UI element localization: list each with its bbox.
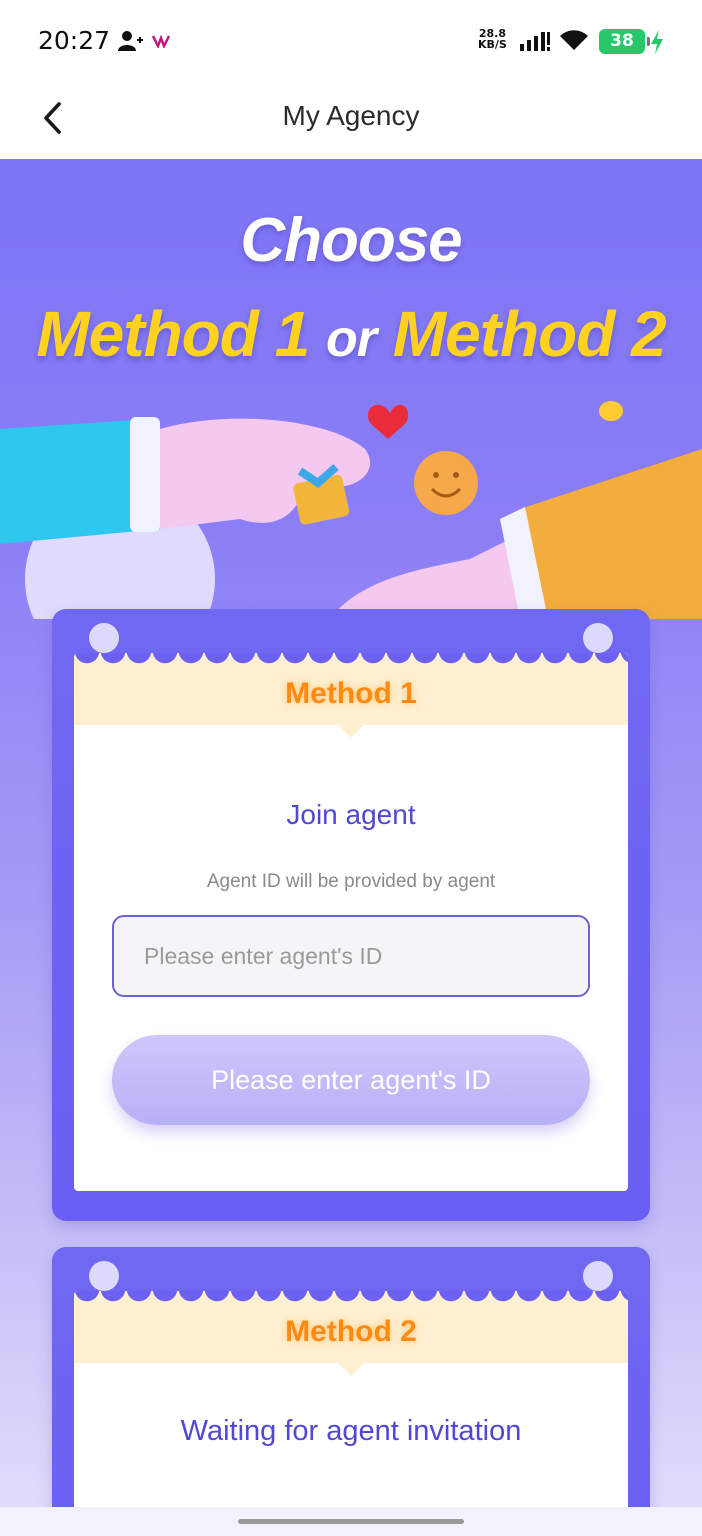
agency-content[interactable]: Choose Method 1 or Method 2 Method 1 Joi… [0,159,702,1507]
join-agent-button[interactable]: Please enter agent's ID [112,1035,590,1125]
join-agent-heading: Join agent [286,799,416,830]
page-title: My Agency [282,100,420,131]
method1-label: Method 1 [285,677,417,710]
agent-id-hint: Agent ID will be provided by agent [206,871,496,892]
battery-indicator: 38 [599,29,650,54]
card-pin [583,1261,613,1291]
hero-method2: Method 2 [392,298,667,370]
contact-add-icon [118,30,144,56]
header-notch [338,1363,364,1376]
card-pin [89,1261,119,1291]
wifi-icon [558,28,590,56]
hands-gift-illustration [0,401,702,619]
hero-or: or [326,310,377,368]
home-indicator[interactable] [238,1519,464,1524]
method2-card: Method 2 Waiting for agent invitation [52,1247,650,1507]
method1-card-body: Method 1 Join agent Agent ID will be pro… [74,653,628,1191]
status-time: 20:27 [38,26,111,55]
card-pin [89,623,119,653]
method1-card: Method 1 Join agent Agent ID will be pro… [52,609,650,1221]
method2-header: Method 2 [74,1291,628,1376]
scalloped-edge [74,1291,628,1305]
hero-method1: Method 1 [36,298,310,370]
net-speed: 28.8 KB/S [478,28,507,50]
app-notification-icon [151,33,171,52]
card-pin [583,623,613,653]
waiting-invitation-heading: Waiting for agent invitation [180,1415,522,1447]
method1-header: Method 1 [74,653,628,738]
charging-icon [650,30,664,58]
hero-title: Choose [240,206,462,275]
gesture-bar [0,1507,702,1536]
method2-label: Method 2 [285,1315,417,1348]
nav-bar: My Agency [0,86,702,159]
status-bar: 20:27 28.8 KB/S 38 [0,0,702,86]
hero-subtitle: Method 1 or Method 2 [0,297,702,371]
net-speed-unit: KB/S [478,38,507,51]
agent-id-input[interactable] [112,915,590,997]
header-notch [338,725,364,738]
signal-icon [519,30,551,56]
scalloped-edge [74,653,628,667]
method2-card-body: Method 2 Waiting for agent invitation [74,1291,628,1507]
